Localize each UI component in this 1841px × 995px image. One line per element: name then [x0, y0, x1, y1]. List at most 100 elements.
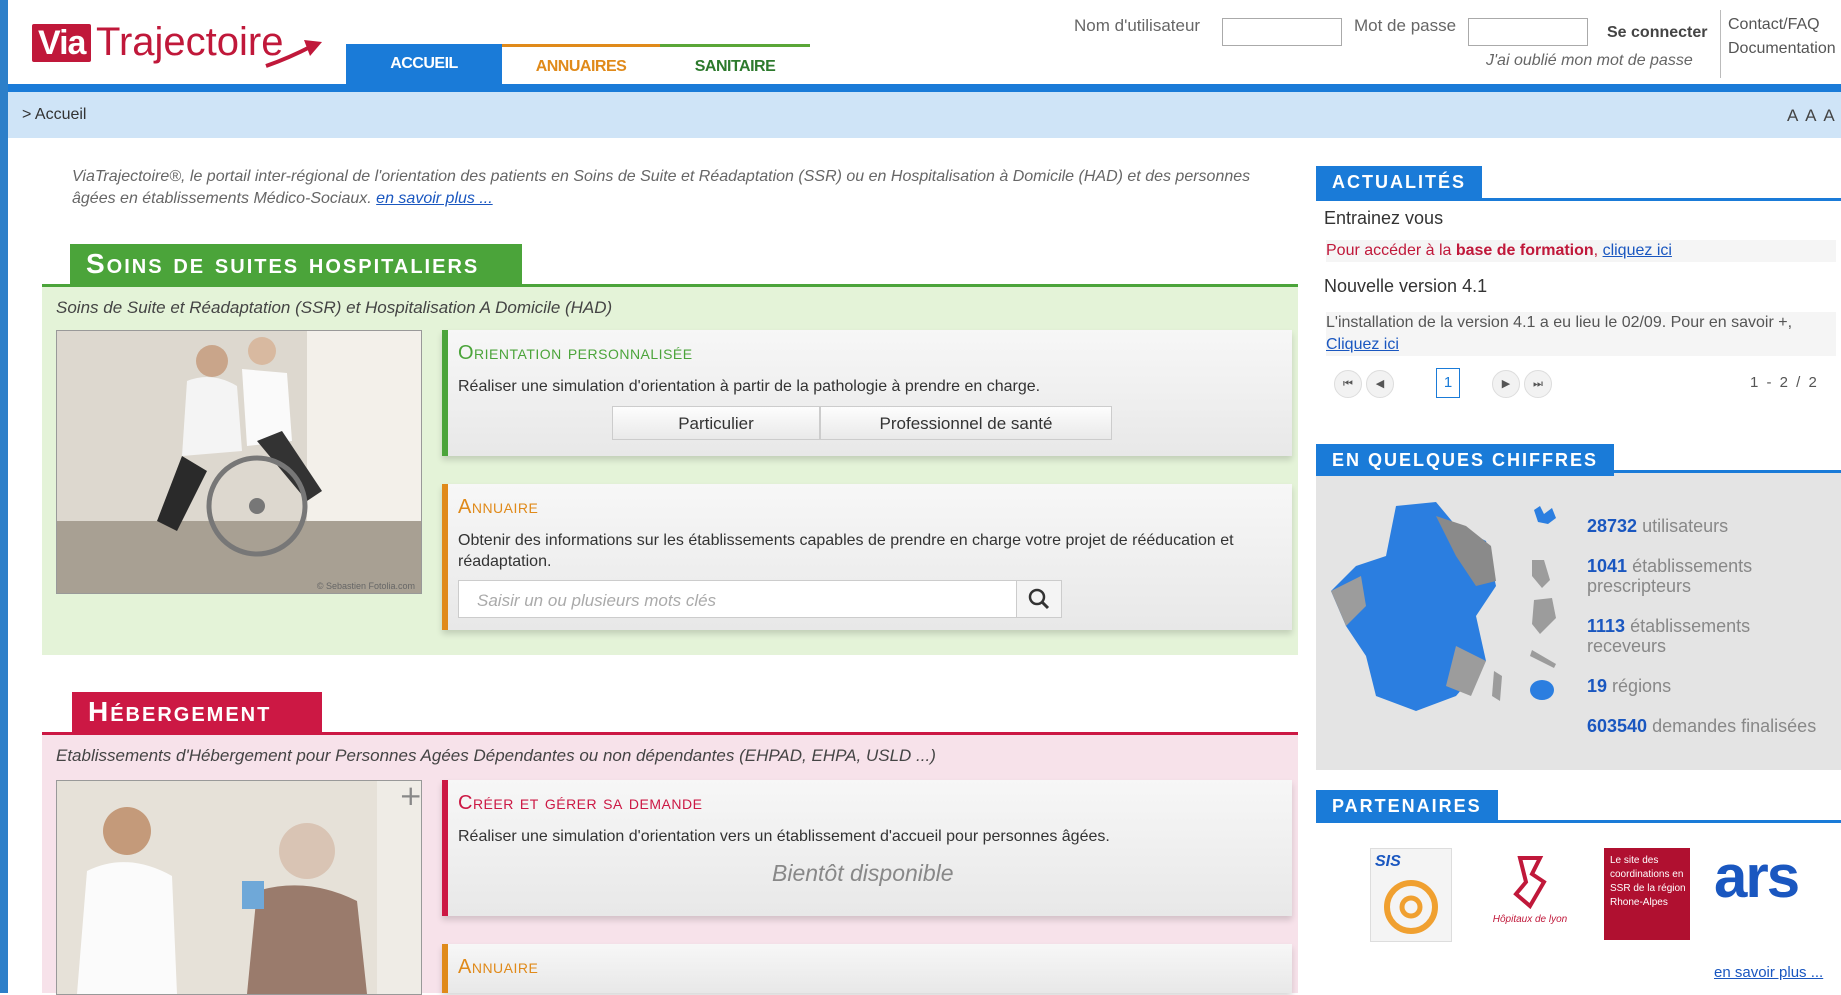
partenaires-more-link[interactable]: en savoir plus ...	[1714, 964, 1823, 981]
intro-more-link[interactable]: en savoir plus ...	[376, 190, 493, 207]
ssr-subtitle: Soins de Suite et Réadaptation (SSR) et …	[56, 298, 613, 317]
stat-regions-label: régions	[1612, 676, 1672, 696]
orientation-title: Orientation personnalisée	[458, 342, 693, 364]
ssr-annuaire-title: Annuaire	[458, 496, 539, 518]
ssr-annuaire-card-bar	[442, 484, 448, 630]
password-field[interactable]	[1468, 18, 1588, 46]
actualite-2-body: L'installation de la version 4.1 a eu li…	[1326, 314, 1793, 331]
hospices-label: Hôpitaux de lyon	[1492, 914, 1568, 925]
header-bar	[8, 84, 1841, 92]
sis-logo-text: SIS	[1375, 853, 1401, 870]
professionnel-button[interactable]: Professionnel de santé	[820, 406, 1112, 440]
pager-current-page[interactable]: 1	[1436, 368, 1460, 398]
ars-label: ars	[1714, 843, 1800, 910]
pager-last-icon[interactable]: ⏭	[1524, 370, 1552, 398]
pager-count: 1 - 2 / 2	[1750, 374, 1819, 391]
stat-demandes-label: demandes finalisées	[1652, 716, 1817, 736]
breadcrumb-accueil[interactable]: > Accueil	[22, 106, 86, 124]
username-field[interactable]	[1222, 18, 1342, 46]
hospices-lyon-logo[interactable]: Hôpitaux de lyon	[1478, 848, 1582, 940]
logo-arrow-icon	[265, 40, 322, 68]
ssr-annuaire-card: Annuaire Obtenir des informations sur le…	[442, 484, 1292, 630]
header-divider	[1720, 10, 1721, 78]
heb-subtitle: Etablissements d'Hébergement pour Person…	[56, 746, 936, 765]
orientation-card: Orientation personnalisée Réaliser une s…	[442, 330, 1292, 456]
viatrajectoire-logo[interactable]: Via Trajectoire	[26, 18, 326, 80]
hospices-icon	[1513, 856, 1547, 910]
ssr-rhone-alpes-label: Le site des coordinations en SSR de la r…	[1610, 855, 1686, 908]
intro-body: ViaTrajectoire®, le portail inter-région…	[72, 168, 1251, 207]
login-button[interactable]: Se connecter	[1607, 24, 1707, 42]
creer-title: Créer et gérer sa demande	[458, 792, 703, 814]
actualites-divider	[1316, 198, 1841, 201]
password-label: Mot de passe	[1354, 16, 1457, 35]
ars-logo[interactable]: ars	[1710, 843, 1820, 940]
orientation-text: Réaliser une simulation d'orientation à …	[458, 378, 1041, 395]
annuaire-search-button[interactable]	[1016, 580, 1062, 618]
heb-divider	[42, 732, 1298, 735]
photo-credit: © Sebastien Fotolia.com	[316, 581, 415, 591]
heb-section-title: Hébergement	[72, 692, 322, 732]
stat-receveurs: 1113 établissements receveurs	[1587, 616, 1807, 656]
tab-annuaires[interactable]: ANNUAIRES	[502, 44, 660, 84]
creer-card-bar	[442, 780, 448, 916]
ssr-section-title: Soins de suites hospitaliers	[70, 244, 522, 284]
tab-accueil[interactable]: ACCUEIL	[346, 44, 502, 84]
partenaires-title: PARTENAIRES	[1316, 790, 1498, 822]
heb-photo: +	[56, 780, 422, 995]
svg-text:+: +	[399, 781, 421, 812]
france-map-icon	[1331, 502, 1502, 711]
dom-tom-icons	[1530, 506, 1556, 700]
stat-regions-value: 19	[1587, 676, 1608, 696]
search-icon	[1028, 588, 1050, 610]
tab-sanitaire[interactable]: SANITAIRE	[660, 44, 810, 84]
actualite-2-title: Nouvelle version 4.1	[1324, 276, 1488, 296]
pager-first-icon[interactable]: ⏮	[1334, 370, 1362, 398]
partenaires-divider	[1316, 820, 1841, 823]
contact-faq-link[interactable]: Contact/FAQ	[1728, 16, 1820, 34]
pager-prev-icon[interactable]: ◀	[1366, 370, 1394, 398]
text-size-control[interactable]: A A A	[1787, 106, 1837, 126]
ssr-rhone-alpes-logo[interactable]: Le site des coordinations en SSR de la r…	[1604, 848, 1690, 940]
particulier-button[interactable]: Particulier	[612, 406, 820, 440]
heb-annuaire-title: Annuaire	[458, 956, 539, 978]
heb-annuaire-card-bar	[442, 944, 448, 993]
stat-prescripteurs: 1041 établissements prescripteurs	[1587, 556, 1827, 596]
stat-demandes: 603540 demandes finalisées	[1587, 716, 1816, 736]
ssr-divider	[42, 284, 1298, 287]
actualites-pager: ⏮ ◀ 1 ▶ ⏭ 1 - 2 / 2	[1324, 360, 1841, 406]
creer-card: Créer et gérer sa demande Réaliser une s…	[442, 780, 1292, 916]
ssr-annuaire-text: Obtenir des informations sur les établis…	[458, 532, 1234, 570]
stat-utilisateurs-value: 28732	[1587, 516, 1638, 536]
annuaire-search-input[interactable]: Saisir un ou plusieurs mots clés	[458, 580, 1032, 618]
stat-receveurs-value: 1113	[1587, 616, 1626, 636]
creer-text: Réaliser une simulation d'orientation ve…	[458, 828, 1110, 845]
actualite-2-link[interactable]: Cliquez ici	[1326, 336, 1399, 353]
actualite-1-link[interactable]: cliquez ici	[1603, 242, 1672, 259]
logo-via: Via	[32, 24, 92, 62]
header: Via Trajectoire ACCUEIL ANNUAIRES SANITA…	[8, 0, 1841, 84]
search-placeholder: Saisir un ou plusieurs mots clés	[477, 591, 717, 610]
actualite-1-text: Pour accéder à la base de formation, cli…	[1326, 240, 1836, 262]
stat-regions: 19 régions	[1587, 676, 1671, 696]
forgot-password-link[interactable]: J'ai oublié mon mot de passe	[1486, 52, 1693, 70]
pager-next-icon[interactable]: ▶	[1492, 370, 1520, 398]
actualite-1-pre: Pour accéder à la	[1326, 242, 1456, 259]
actualite-1-bold: base de formation	[1455, 242, 1594, 259]
logo-trajectoire: Trajectoire	[96, 20, 284, 64]
documentation-link[interactable]: Documentation	[1728, 40, 1836, 58]
ssr-photo: © Sebastien Fotolia.com	[56, 330, 422, 594]
heb-annuaire-card: Annuaire	[442, 944, 1292, 993]
at-sign-icon	[1384, 880, 1438, 934]
sis-logo[interactable]: SIS	[1370, 848, 1452, 942]
actualite-2-text: L'installation de la version 4.1 a eu li…	[1326, 312, 1836, 356]
breadcrumb: > Accueil A A A	[8, 92, 1841, 138]
stat-prescripteurs-value: 1041	[1587, 556, 1628, 576]
bientot-disponible: Bientôt disponible	[772, 860, 954, 886]
orientation-card-bar	[442, 330, 448, 456]
username-label: Nom d'utilisateur	[1074, 16, 1201, 35]
actualites-title: ACTUALITÉS	[1316, 166, 1482, 198]
stat-demandes-value: 603540	[1587, 716, 1648, 736]
stat-utilisateurs-label: utilisateurs	[1642, 516, 1729, 536]
actualite-1-title: Entrainez vous	[1324, 208, 1444, 228]
